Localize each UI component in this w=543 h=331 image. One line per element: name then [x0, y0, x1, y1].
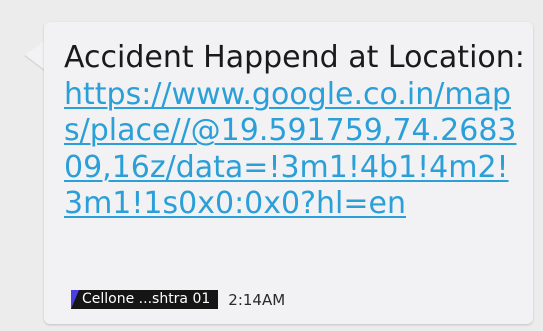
message-text: Accident Happend at Location:	[64, 40, 525, 75]
bubble-tail	[25, 40, 45, 70]
sim-label: Cellone ...shtra 01	[82, 291, 211, 307]
location-link[interactable]: https://www.google.co.in/maps/place//@19…	[64, 77, 517, 222]
message-meta: Cellone ...shtra 01 2:14AM	[71, 290, 285, 309]
sim-badge-corner	[71, 290, 79, 309]
message-bubble[interactable]: Accident Happend at Location: https://ww…	[44, 22, 533, 324]
message-body: Accident Happend at Location: https://ww…	[64, 40, 526, 223]
message-screen: Accident Happend at Location: https://ww…	[0, 0, 543, 331]
sim-badge: Cellone ...shtra 01	[71, 290, 219, 309]
message-time: 2:14AM	[228, 290, 286, 309]
